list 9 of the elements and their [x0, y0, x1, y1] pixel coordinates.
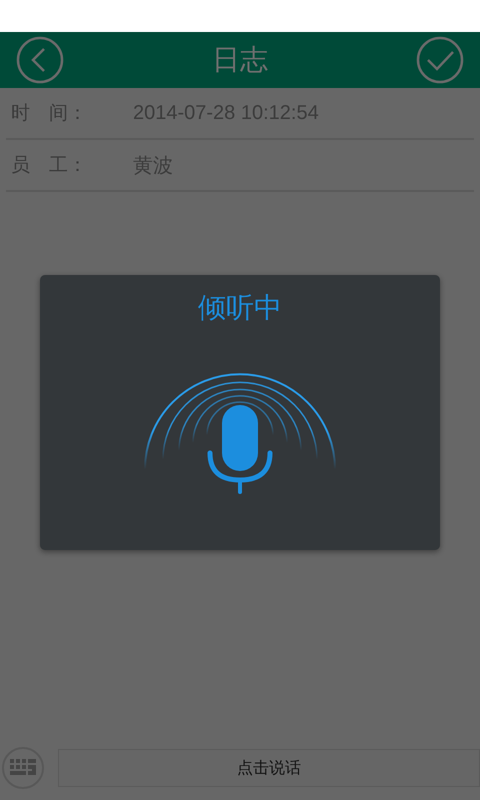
- back-icon: [16, 36, 64, 84]
- keyboard-icon: [10, 759, 36, 777]
- confirm-button[interactable]: [416, 36, 464, 84]
- checkmark-icon: [416, 36, 464, 84]
- page-title: 日志: [212, 42, 268, 78]
- talk-button[interactable]: 点击说话: [58, 749, 480, 787]
- dialog-title: 倾听中: [198, 290, 282, 326]
- back-button[interactable]: [16, 36, 64, 84]
- keyboard-button[interactable]: [2, 747, 44, 789]
